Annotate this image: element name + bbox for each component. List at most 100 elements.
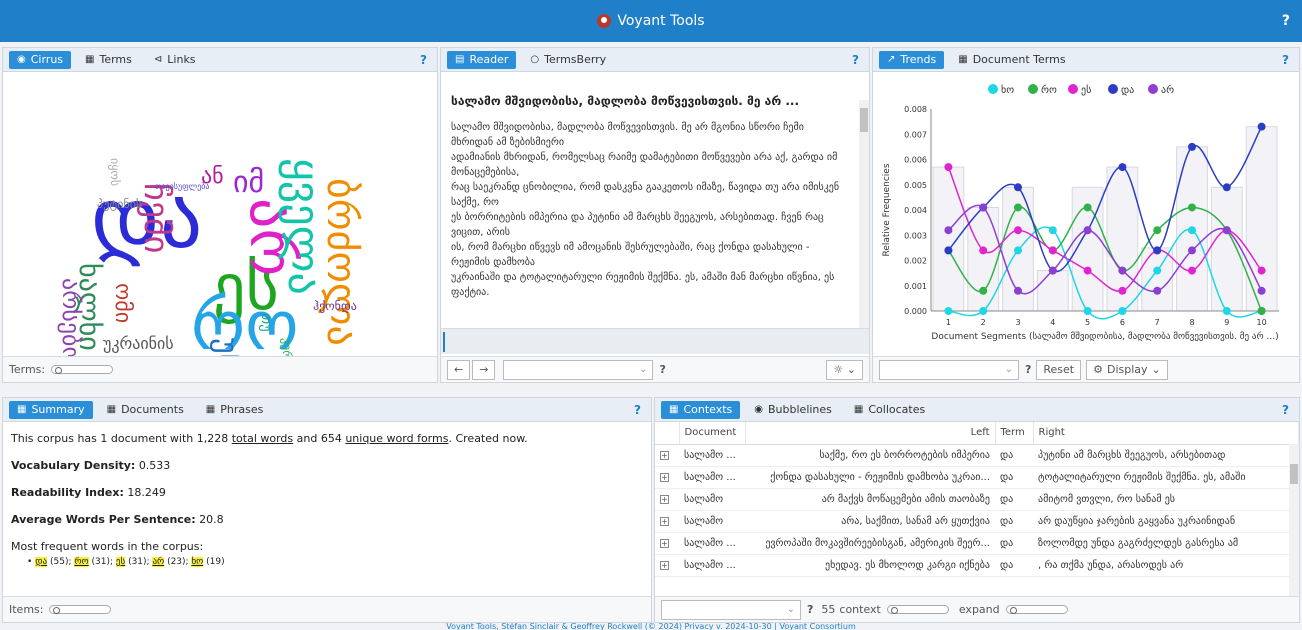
data-point[interactable] bbox=[1153, 246, 1162, 255]
reader-document-strip[interactable] bbox=[441, 328, 869, 354]
data-point[interactable] bbox=[1118, 163, 1127, 172]
cloud-word[interactable]: ჩემი bbox=[136, 183, 176, 253]
tab-terms[interactable]: ▦ Terms bbox=[77, 51, 140, 69]
tab-phrases[interactable]: ▦ Phrases bbox=[198, 401, 272, 419]
cloud-word[interactable]: ომი bbox=[110, 283, 135, 323]
unique-words-link[interactable]: unique word forms bbox=[345, 432, 448, 445]
cloud-word[interactable]: პუტინის bbox=[97, 198, 142, 210]
cloud-word[interactable]: ჰქონდა bbox=[313, 300, 357, 312]
data-point[interactable] bbox=[1083, 266, 1092, 275]
tab-reader[interactable]: ▤ Reader bbox=[447, 50, 517, 69]
tab-collocates[interactable]: ▦ Collocates bbox=[846, 401, 933, 419]
next-arrow-icon[interactable]: → bbox=[472, 359, 496, 380]
data-point[interactable] bbox=[1014, 286, 1022, 295]
total-words-link[interactable]: total words bbox=[232, 432, 293, 445]
data-point[interactable] bbox=[1257, 286, 1266, 295]
expand-icon[interactable]: + bbox=[660, 450, 669, 460]
trends-search-combo[interactable]: ⌄ bbox=[879, 359, 1019, 380]
legend-label[interactable]: ეს bbox=[1081, 84, 1091, 96]
contexts-scrollbar-thumb[interactable] bbox=[1290, 464, 1298, 484]
data-point[interactable] bbox=[979, 246, 988, 255]
table-row[interactable]: + სალამო არა, საქმით, სანამ არ ყუთქვია და არ… bbox=[655, 510, 1299, 533]
data-point[interactable] bbox=[1083, 203, 1092, 212]
tab-contexts[interactable]: ▦ Contexts bbox=[661, 400, 741, 419]
tab-cirrus[interactable]: ◉ Cirrus bbox=[9, 50, 72, 69]
table-row[interactable]: + სალამო ... ევროპაში მოკავშირეებისგან, ამ… bbox=[655, 532, 1299, 555]
contexts-footer-help-icon[interactable]: ? bbox=[807, 603, 813, 616]
display-button[interactable]: ⚙ Display ⌄ bbox=[1086, 359, 1168, 380]
data-point[interactable] bbox=[1014, 203, 1022, 212]
reader-footer-help-icon[interactable]: ? bbox=[659, 363, 665, 376]
data-point[interactable] bbox=[1153, 226, 1162, 235]
data-point[interactable] bbox=[1118, 266, 1127, 275]
items-slider[interactable] bbox=[49, 605, 112, 614]
data-point[interactable] bbox=[1188, 203, 1196, 212]
column-header-left[interactable]: Left bbox=[745, 422, 996, 445]
reset-button[interactable]: Reset bbox=[1036, 359, 1082, 380]
data-point[interactable] bbox=[1118, 307, 1127, 315]
trends-footer-help-icon[interactable]: ? bbox=[1025, 363, 1031, 376]
cloud-word[interactable]: თავისუფლება bbox=[155, 183, 209, 191]
tab-documents[interactable]: ▦ Documents bbox=[99, 401, 192, 419]
reader-scrollbar-thumb[interactable] bbox=[860, 108, 868, 132]
context-slider[interactable] bbox=[886, 605, 949, 614]
data-point[interactable] bbox=[1118, 286, 1127, 295]
data-point[interactable] bbox=[979, 203, 988, 212]
legend-label[interactable]: რო bbox=[1041, 84, 1057, 96]
reader-scrollbar[interactable] bbox=[859, 100, 869, 350]
frequent-word[interactable]: რო bbox=[74, 557, 89, 567]
data-point[interactable] bbox=[1014, 226, 1022, 235]
terms-slider[interactable] bbox=[51, 365, 114, 374]
data-point[interactable] bbox=[1153, 266, 1162, 275]
legend-label[interactable]: ხო bbox=[1001, 84, 1014, 96]
data-point[interactable] bbox=[1153, 286, 1162, 295]
lightbulb-icon[interactable]: ☼ ⌄ bbox=[826, 359, 863, 380]
expand-icon[interactable]: + bbox=[660, 494, 669, 504]
cloud-word[interactable]: იყოს bbox=[108, 158, 122, 186]
data-point[interactable] bbox=[1048, 246, 1057, 255]
data-point[interactable] bbox=[1188, 246, 1196, 255]
frequent-word[interactable]: ხო bbox=[191, 557, 204, 567]
tab-summary[interactable]: ▦ Summary bbox=[9, 400, 93, 419]
tab-document-terms[interactable]: ▦ Document Terms bbox=[950, 51, 1073, 69]
data-point[interactable] bbox=[979, 286, 988, 295]
data-point[interactable] bbox=[1188, 142, 1196, 151]
data-point[interactable] bbox=[1257, 122, 1266, 131]
data-point[interactable] bbox=[1083, 226, 1092, 235]
contexts-search-combo[interactable]: ⌄ bbox=[661, 599, 801, 620]
summary-help-icon[interactable]: ? bbox=[634, 403, 641, 417]
expand-icon[interactable]: + bbox=[660, 472, 669, 482]
cirrus-help-icon[interactable]: ? bbox=[420, 53, 427, 67]
expand-icon[interactable]: + bbox=[660, 560, 669, 570]
cloud-word[interactable]: თუ bbox=[258, 313, 274, 332]
frequent-word[interactable]: არ bbox=[152, 557, 165, 567]
legend-label[interactable]: არ bbox=[1161, 84, 1174, 96]
column-header-right[interactable]: Right bbox=[1033, 422, 1299, 445]
legend-marker[interactable] bbox=[1148, 84, 1158, 94]
data-point[interactable] bbox=[944, 163, 953, 172]
help-icon[interactable]: ? bbox=[1282, 13, 1290, 29]
table-row[interactable]: + სალამო არ მაქვს მოწაცემები ამის თაობაზე დ… bbox=[655, 488, 1299, 511]
data-point[interactable] bbox=[1257, 266, 1266, 275]
column-header-document[interactable]: Document bbox=[679, 422, 746, 445]
data-point[interactable] bbox=[944, 307, 953, 315]
legend-marker[interactable] bbox=[1028, 84, 1038, 94]
data-point[interactable] bbox=[1257, 307, 1266, 315]
cloud-word[interactable]: უკრაინის bbox=[103, 336, 174, 352]
tab-termsberry[interactable]: ○ TermsBerry bbox=[522, 51, 614, 69]
data-point[interactable] bbox=[1222, 226, 1231, 235]
reader-search-combo[interactable]: ⌄ bbox=[503, 359, 654, 380]
data-point[interactable] bbox=[1222, 307, 1231, 315]
table-row[interactable]: + სალამო ... საქმე, რო ეს ბორროტების იმპერ… bbox=[655, 444, 1299, 467]
cloud-word[interactable]: იმ bbox=[233, 168, 264, 198]
reader-help-icon[interactable]: ? bbox=[852, 53, 859, 67]
tab-trends[interactable]: ↗ Trends bbox=[879, 50, 945, 69]
footer-credit[interactable]: Voyant Tools, Stéfan Sinclair & Geoffrey… bbox=[0, 623, 1302, 630]
expand-icon[interactable]: + bbox=[660, 538, 669, 548]
table-row[interactable]: + სალამო ... ქონდა დასახული - რეჟიმის დამხ… bbox=[655, 466, 1299, 489]
column-header-term[interactable]: Term bbox=[995, 422, 1034, 445]
data-point[interactable] bbox=[944, 246, 953, 255]
data-point[interactable] bbox=[1083, 307, 1092, 315]
data-point[interactable] bbox=[1048, 226, 1057, 235]
contexts-help-icon[interactable]: ? bbox=[1282, 403, 1289, 417]
